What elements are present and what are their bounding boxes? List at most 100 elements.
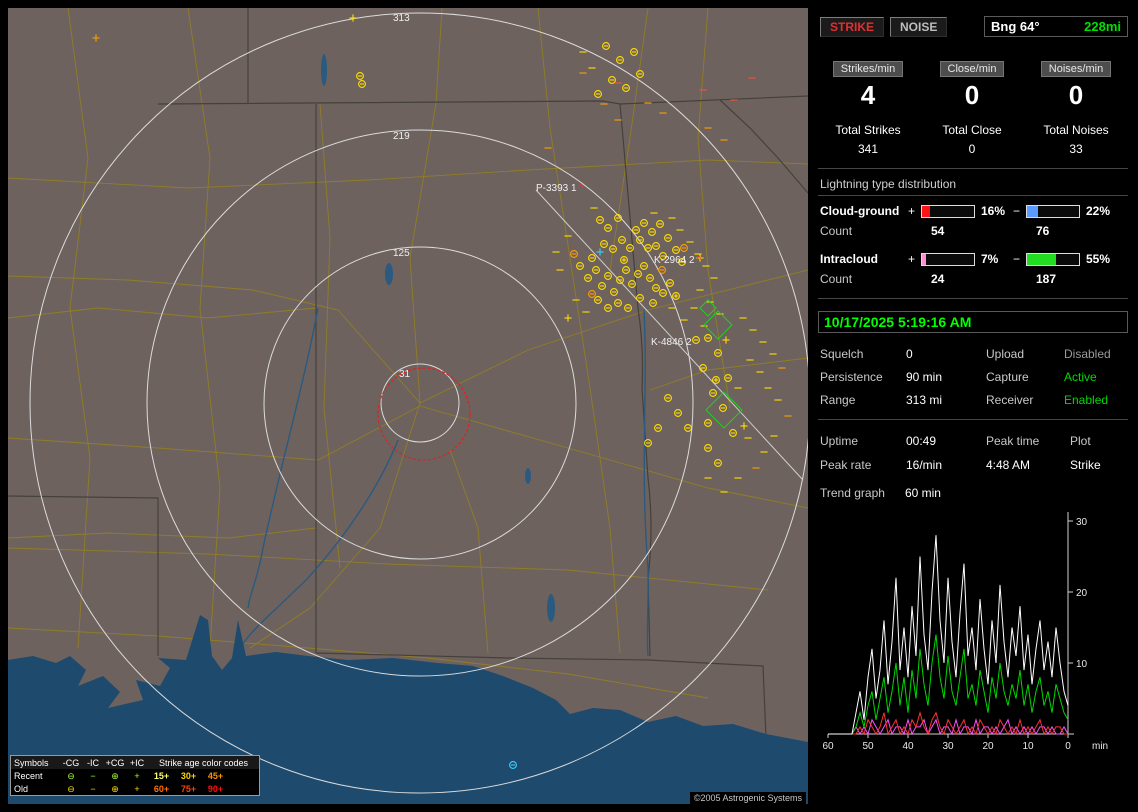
cg-positive-pct: 16% (981, 204, 1006, 218)
legend-row-old: Old ⊖ − ⊕ + 60+ 75+ 90+ (11, 782, 259, 795)
legend-row-label: Recent (14, 770, 43, 781)
age-code: 90+ (207, 783, 224, 794)
circle-plus-icon: ⊕ (111, 770, 119, 781)
strikes-per-min-value: 4 (860, 80, 876, 110)
svg-text:60: 60 (822, 741, 834, 752)
svg-text:219: 219 (393, 131, 410, 142)
svg-text:P-3393 1^: P-3393 1 ^ (536, 183, 584, 194)
ic-negative-bar (1026, 252, 1080, 266)
cg-positive-bar (921, 204, 975, 218)
peak-rate-value: 16/min (906, 458, 943, 472)
uptime-value: 00:49 (906, 434, 937, 448)
svg-text:10: 10 (1076, 659, 1088, 670)
svg-text:313: 313 (393, 13, 410, 24)
plus-icon: + (134, 783, 140, 794)
peak-time-value: 4:48 AM (986, 458, 1031, 472)
divider (818, 195, 1128, 196)
ic-positive-bar (921, 252, 975, 266)
svg-text:K-2964 2^: K-2964 2 ^ (654, 255, 702, 266)
plus-icon: + (134, 770, 140, 781)
upload-label: Upload (986, 347, 1025, 361)
trend-graph: 10 20 30 60 50 40 30 20 10 0 min (816, 504, 1130, 763)
plus-sign: + (908, 252, 916, 266)
trend-graph-window: 60 min (904, 486, 941, 500)
persistence-label: Persistence (820, 370, 883, 384)
stats-grid: Uptime 00:49 Peak time Plot Peak rate 16… (820, 434, 1130, 472)
cg-negative-count: 76 (1036, 224, 1050, 238)
squelch-label: Squelch (820, 347, 864, 361)
total-noises-label: Total Noises (1043, 123, 1109, 137)
copyright-notice: ©2005 Astrogenic Systems (689, 792, 806, 804)
circle-plus-icon: ⊕ (111, 783, 119, 794)
circle-minus-icon: ⊖ (67, 770, 75, 781)
legend-header: Symbols -CG -IC +CG +IC Strike age color… (11, 756, 259, 769)
legend-row-label: Old (14, 783, 29, 794)
cloud-ground-row: Cloud-ground + 16% − 22% (820, 204, 1130, 218)
close-per-min-chip[interactable]: Close/min (939, 61, 1005, 77)
bearing-range: 228mi (1084, 19, 1121, 34)
svg-text:30: 30 (1076, 517, 1088, 528)
squelch-value: 0 (906, 347, 913, 361)
ic-positive-pct: 7% (981, 252, 999, 266)
close-per-min-value: 0 (964, 80, 980, 110)
plot-value: Strike (1070, 458, 1101, 472)
noises-per-min-value: 0 (1068, 80, 1084, 110)
noises-per-min-chip[interactable]: Noises/min (1040, 61, 1112, 77)
plus-sign: + (908, 204, 916, 218)
bearing-display: Bng 64° 228mi (984, 16, 1128, 37)
trend-graph-header: Trend graph 60 min (820, 486, 1130, 500)
strikes-per-min-chip[interactable]: Strikes/min (832, 61, 904, 77)
app-window: 313 219 125 31 P-3393 1 ^ K-2964 2 ^ K-4846 2 S… (0, 0, 1138, 812)
minus-sign: − (1013, 204, 1021, 218)
upload-status: Disabled (1064, 347, 1111, 361)
close-per-min-counter: Close/min 0 Total Close 0 (920, 61, 1024, 156)
persistence-value: 90 min (906, 370, 943, 384)
noises-per-min-counter: Noises/min 0 Total Noises 33 (1024, 61, 1128, 156)
legend-col-pos-ic: +IC (129, 757, 145, 768)
range-value: 313 mi (906, 393, 943, 407)
age-code: 30+ (180, 770, 197, 781)
age-code: 60+ (153, 783, 170, 794)
legend-symbols-title: Symbols (14, 757, 49, 768)
map-canvas[interactable]: 313 219 125 31 P-3393 1 ^ K-2964 2 ^ K-4846 2 (8, 8, 808, 804)
settings-grid: Squelch 0 Upload Disabled Persistence 90… (820, 347, 1130, 407)
cloud-ground-counts: Count 54 76 (820, 224, 1130, 238)
svg-text:125: 125 (393, 248, 410, 259)
svg-text:20: 20 (982, 741, 994, 752)
capture-status: Active (1064, 370, 1097, 384)
minus-icon: − (90, 770, 96, 781)
svg-text:30: 30 (942, 741, 954, 752)
total-close-value: 0 (968, 142, 976, 156)
total-strikes-label: Total Strikes (835, 123, 901, 137)
legend-col-pos-cg: +CG (105, 757, 125, 768)
lightning-map[interactable]: 313 219 125 31 P-3393 1 ^ K-2964 2 ^ K-4846 2 S… (8, 8, 808, 804)
ic-negative-pct: 55% (1086, 252, 1111, 266)
noise-mode-button[interactable]: NOISE (890, 16, 948, 37)
peak-time-label: Peak time (986, 434, 1040, 448)
divider (818, 168, 1128, 169)
ic-negative-count: 187 (1036, 272, 1057, 286)
legend-col-neg-ic: -IC (87, 757, 99, 768)
legend-age-title: Strike age color codes (158, 757, 249, 768)
legend-row-recent: Recent ⊖ − ⊕ + 15+ 30+ 45+ (11, 769, 259, 782)
legend-col-neg-cg: -CG (62, 757, 80, 768)
count-label: Count (820, 224, 853, 238)
age-code: 15+ (153, 770, 170, 781)
peak-rate-label: Peak rate (820, 458, 872, 472)
total-close-label: Total Close (942, 123, 1002, 137)
svg-text:50: 50 (862, 741, 874, 752)
total-noises-value: 33 (1069, 142, 1083, 156)
mode-controls: STRIKE NOISE Bng 64° 228mi (820, 16, 1128, 37)
cg-negative-bar (1026, 204, 1080, 218)
minus-sign: − (1013, 252, 1021, 266)
divider (818, 298, 1128, 299)
intracloud-counts: Count 24 187 (820, 272, 1130, 286)
range-label: Range (820, 393, 856, 407)
datetime-display: 10/17/2025 5:19:16 AM (818, 311, 1128, 333)
strike-mode-button[interactable]: STRIKE (820, 16, 885, 37)
svg-text:10: 10 (1022, 741, 1034, 752)
circle-minus-icon: ⊖ (67, 783, 75, 794)
cg-positive-count: 54 (931, 224, 945, 238)
age-code: 45+ (207, 770, 224, 781)
svg-text:31: 31 (399, 369, 411, 380)
